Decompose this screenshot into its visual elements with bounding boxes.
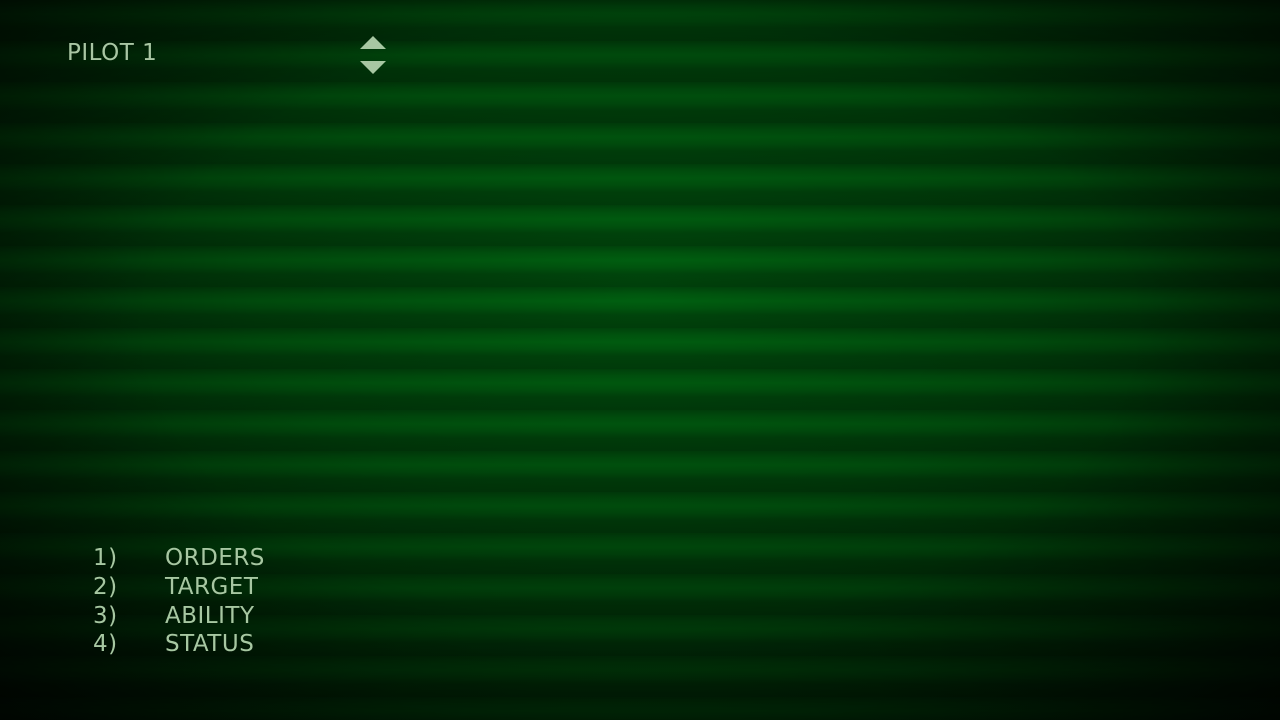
menu-item-status[interactable]: 4) STATUS: [93, 630, 265, 659]
arrow-up-icon[interactable]: [360, 36, 386, 49]
menu-item-label: TARGET: [165, 574, 259, 601]
menu-item-target[interactable]: 2) TARGET: [93, 573, 265, 602]
arrow-down-icon[interactable]: [360, 61, 386, 74]
command-menu: 1) ORDERS 2) TARGET 3) ABILITY 4) STATUS: [93, 544, 265, 659]
game-screen: PILOT 1 1) ORDERS 2) TARGET 3) ABILITY 4…: [0, 0, 1280, 720]
menu-item-number: 4): [93, 631, 118, 658]
menu-item-label: ABILITY: [165, 602, 255, 629]
menu-item-number: 1): [93, 545, 118, 572]
menu-item-label: STATUS: [165, 631, 255, 658]
menu-item-orders[interactable]: 1) ORDERS: [93, 544, 265, 573]
menu-item-label: ORDERS: [165, 545, 265, 572]
menu-item-number: 2): [93, 574, 118, 601]
menu-item-number: 3): [93, 602, 118, 629]
pilot-selector: [360, 36, 386, 74]
menu-item-ability[interactable]: 3) ABILITY: [93, 601, 265, 630]
pilot-label: PILOT 1: [67, 40, 158, 66]
